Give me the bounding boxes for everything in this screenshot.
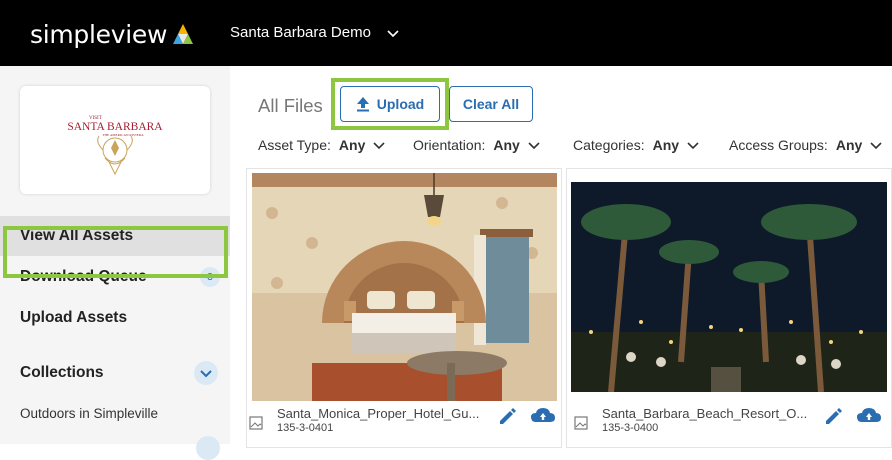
santa-barbara-logo: VISIT SANTA BARBARA THE AMERICAN RIVIERA	[67, 116, 163, 176]
sidebar-item-label: Upload Assets	[20, 309, 128, 326]
image-icon	[574, 416, 588, 430]
sidebar-item-upload-assets[interactable]: Upload Assets	[0, 298, 230, 338]
filter-access-groups[interactable]: Access Groups: Any	[729, 137, 882, 153]
filter-value: Any	[835, 137, 863, 153]
pencil-icon[interactable]	[497, 406, 517, 426]
top-bar: simpleview Santa Barbara Demo	[0, 0, 892, 66]
filter-value: Any	[652, 137, 680, 153]
site-selector[interactable]: Santa Barbara Demo	[230, 24, 399, 41]
cloud-download-icon[interactable]	[856, 406, 882, 426]
sidebar-item-collections[interactable]: Collections	[0, 353, 230, 393]
upload-assets-highlight	[3, 226, 228, 278]
filter-orientation[interactable]: Orientation: Any	[413, 137, 540, 153]
brand-logo-card: VISIT SANTA BARBARA THE AMERICAN RIVIERA	[20, 86, 210, 194]
chevron-down-icon	[870, 142, 882, 150]
chevron-down-icon	[528, 142, 540, 150]
chevron-down-icon	[387, 29, 399, 37]
asset-name[interactable]: Santa_Monica_Proper_Hotel_Gu...	[277, 406, 479, 421]
filter-categories[interactable]: Categories: Any	[573, 137, 699, 153]
asset-id: 135-3-0400	[602, 422, 659, 434]
chevron-down-icon	[200, 370, 212, 378]
page-title: All Files	[258, 95, 323, 116]
asset-id: 135-3-0401	[277, 422, 334, 434]
filter-label: Access Groups:	[729, 137, 828, 153]
filter-value: Any	[338, 137, 366, 153]
cloud-download-icon[interactable]	[530, 406, 556, 426]
asset-thumbnail-beach-resort[interactable]	[571, 182, 887, 392]
filter-label: Categories:	[573, 137, 645, 153]
clear-all-button[interactable]: Clear All	[449, 86, 533, 122]
chevron-down-icon	[687, 142, 699, 150]
asset-thumbnail-hotel-room[interactable]	[252, 173, 557, 401]
upload-button[interactable]: Upload	[340, 86, 440, 122]
collections-toggle[interactable]	[194, 361, 218, 385]
site-name: Santa Barbara Demo	[230, 24, 371, 41]
upload-icon	[356, 97, 369, 112]
brand-line2: SANTA BARBARA	[67, 121, 163, 133]
brand-line3: THE AMERICAN RIVIERA	[102, 133, 144, 137]
image-icon	[249, 416, 263, 430]
collapsed-toggle[interactable]	[196, 436, 220, 460]
upload-label: Upload	[376, 96, 425, 112]
filter-value: Any	[493, 137, 520, 153]
logo-mark-icon	[173, 23, 194, 44]
logo-text: simpleview	[30, 20, 168, 49]
asset-name[interactable]: Santa_Barbara_Beach_Resort_O...	[602, 406, 807, 421]
chevron-down-icon	[373, 142, 385, 150]
filter-label: Asset Type:	[258, 137, 331, 153]
pencil-icon[interactable]	[823, 406, 843, 426]
filter-label: Orientation:	[413, 137, 486, 153]
collection-item[interactable]: Outdoors in Simpleville	[20, 406, 158, 421]
sidebar-item-label: Collections	[20, 364, 104, 381]
logo[interactable]: simpleview	[30, 20, 197, 49]
clear-all-label: Clear All	[462, 96, 520, 112]
filter-asset-type[interactable]: Asset Type: Any	[258, 137, 385, 153]
